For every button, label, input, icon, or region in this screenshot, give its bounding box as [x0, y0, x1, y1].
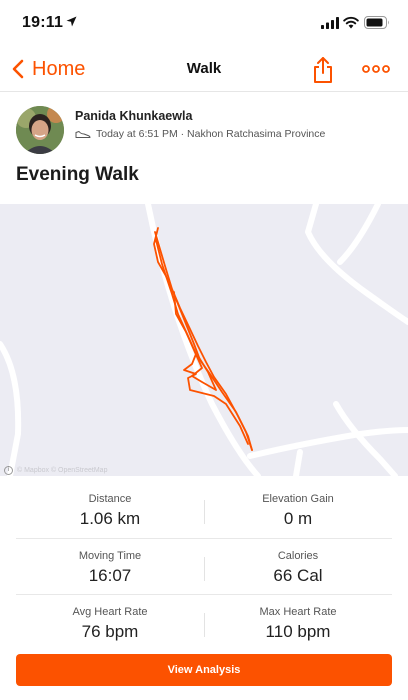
nav-bar: Home Walk: [0, 46, 408, 92]
athlete-name[interactable]: Panida Khunkaewla: [75, 109, 192, 123]
stat-label: Elevation Gain: [262, 493, 334, 505]
stat-label: Calories: [277, 550, 319, 562]
back-button[interactable]: Home: [12, 54, 85, 84]
battery-icon: [364, 16, 389, 29]
map-layer: [0, 204, 408, 476]
map-attribution[interactable]: i © Mapbox © OpenStreetMap: [4, 466, 107, 475]
stat-value: 16:07: [88, 566, 132, 585]
activity-title: Evening Walk: [16, 164, 139, 185]
status-bar: 19:11: [0, 0, 408, 46]
stat-row: Distance 1.06 km Elevation Gain 0 m: [16, 482, 392, 538]
route-line: [153, 227, 253, 451]
more-icon[interactable]: [362, 59, 390, 79]
wifi-icon: [343, 16, 359, 29]
back-label: Home: [32, 57, 86, 80]
stat-distance: Distance 1.06 km: [16, 482, 204, 538]
stat-elevation-gain: Elevation Gain 0 m: [204, 482, 392, 538]
stat-calories: Calories 66 Cal: [204, 539, 392, 595]
stat-value: 1.06 km: [79, 509, 141, 528]
stat-value: 110 bpm: [265, 622, 331, 641]
stat-max-heart-rate: Max Heart Rate 110 bpm: [204, 595, 392, 651]
stat-label: Moving Time: [78, 550, 142, 562]
mapbox-logo-icon: i: [4, 466, 13, 475]
stat-label: Distance: [88, 493, 132, 505]
stat-value: 0 m: [283, 509, 313, 528]
stat-row: Avg Heart Rate 76 bpm Max Heart Rate 110…: [16, 594, 392, 650]
location-arrow-icon: [66, 16, 77, 27]
stat-value: 76 bpm: [81, 622, 139, 641]
share-icon[interactable]: [311, 56, 335, 84]
avatar[interactable]: [16, 106, 64, 154]
activity-meta-text: Today at 6:51 PM · Nakhon Ratchasima Pro…: [96, 128, 326, 140]
view-analysis-button[interactable]: View Analysis: [16, 654, 392, 686]
stat-moving-time: Moving Time 16:07: [16, 539, 204, 595]
route-map[interactable]: i © Mapbox © OpenStreetMap: [0, 204, 408, 476]
status-time: 19:11: [22, 14, 64, 31]
map-attribution-text: © Mapbox © OpenStreetMap: [17, 467, 108, 474]
chevron-left-icon: [12, 59, 24, 79]
stat-label: Avg Heart Rate: [72, 606, 148, 618]
avatar-photo: [16, 106, 64, 154]
stat-row: Moving Time 16:07 Calories 66 Cal: [16, 538, 392, 594]
stat-avg-heart-rate: Avg Heart Rate 76 bpm: [16, 595, 204, 651]
cellular-signal-icon: [321, 17, 339, 29]
activity-meta: Today at 6:51 PM · Nakhon Ratchasima Pro…: [75, 128, 325, 140]
stat-label: Max Heart Rate: [259, 606, 337, 618]
stat-value: 66 Cal: [273, 566, 323, 585]
map-roads: [0, 204, 408, 476]
shoe-icon: [75, 131, 91, 138]
